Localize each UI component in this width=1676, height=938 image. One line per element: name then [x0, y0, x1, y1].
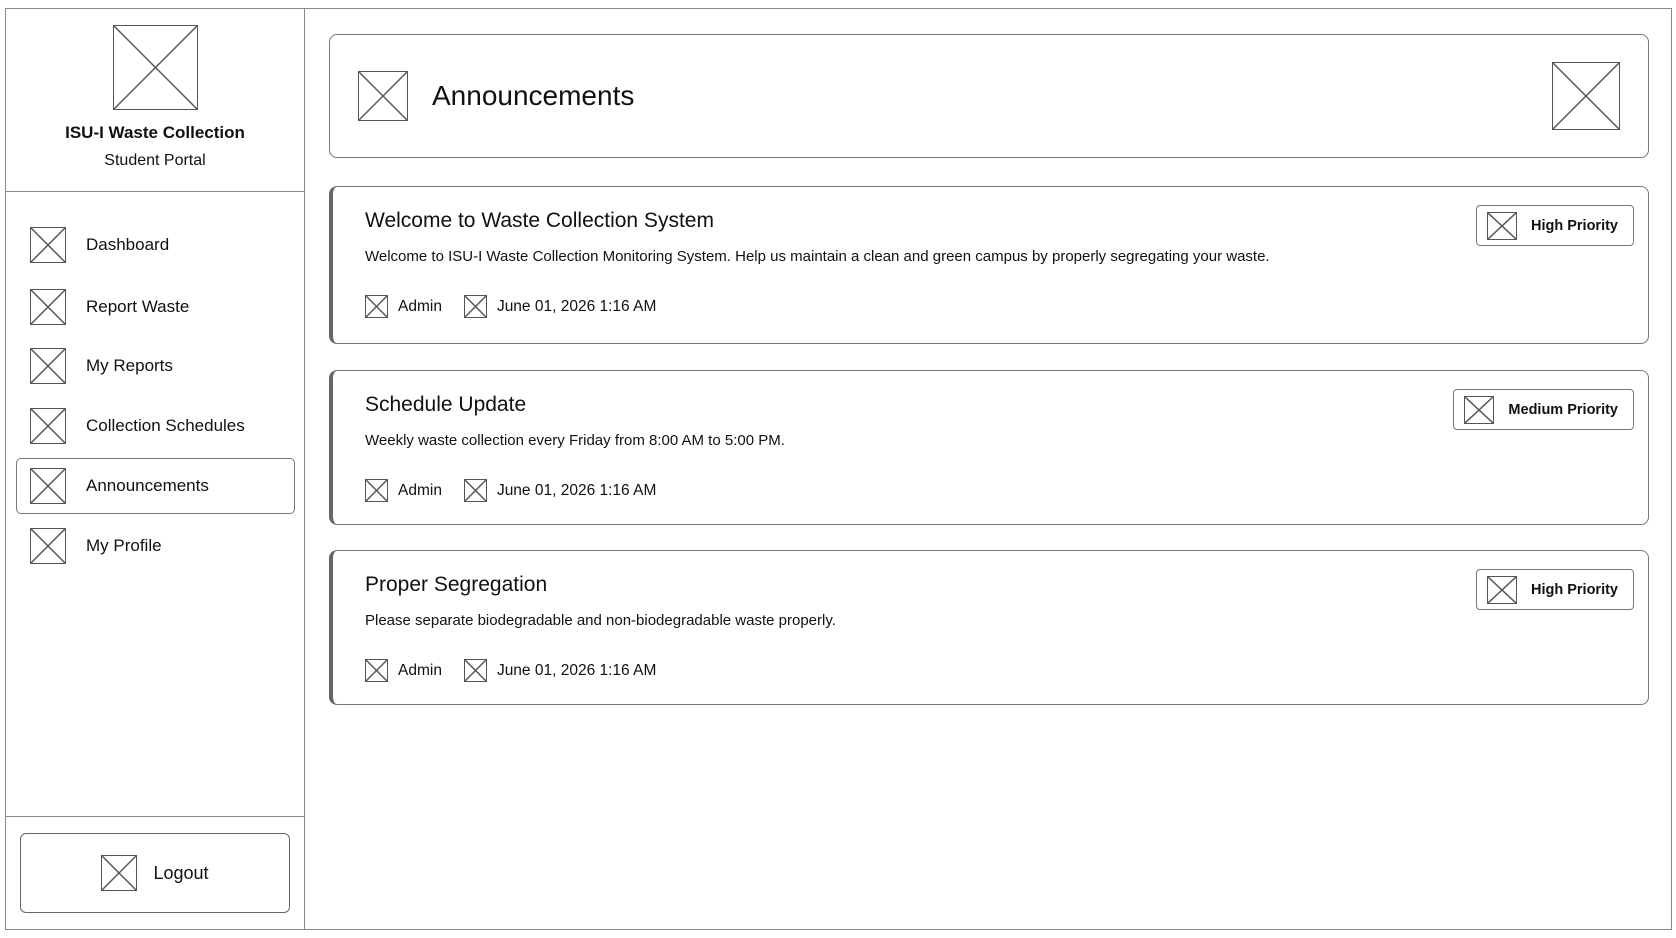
- logo-placeholder-icon: [112, 25, 198, 110]
- sidebar: ISU-I Waste Collection Student Portal Da…: [6, 9, 305, 929]
- header-image-placeholder-icon: [1552, 62, 1620, 130]
- priority-label: Medium Priority: [1508, 401, 1618, 418]
- sidebar-item-my-profile[interactable]: My Profile: [16, 518, 295, 574]
- my-profile-placeholder-icon: [30, 528, 66, 564]
- logout-placeholder-icon: [101, 855, 138, 891]
- page-header: Announcements: [329, 34, 1649, 158]
- priority-label: High Priority: [1530, 581, 1618, 598]
- priority-label: High Priority: [1530, 217, 1618, 234]
- sidebar-item-label: My Reports: [86, 356, 173, 375]
- brand-title: ISU-I Waste Collection: [65, 123, 245, 142]
- announcement-title: Welcome to Waste Collection System: [365, 209, 714, 232]
- date-placeholder-icon: [463, 479, 487, 502]
- announcement-body: Weekly waste collection every Friday fro…: [365, 432, 785, 449]
- priority-placeholder-icon: [1464, 395, 1495, 424]
- sidebar-item-my-reports[interactable]: My Reports: [16, 338, 295, 394]
- sidebar-item-report-waste[interactable]: Report Waste: [16, 279, 295, 335]
- author-placeholder-icon: [365, 479, 388, 502]
- sidebar-item-announcements[interactable]: Announcements: [16, 458, 295, 514]
- brand-subtitle: Student Portal: [104, 152, 206, 169]
- dashboard-placeholder-icon: [30, 227, 66, 263]
- announcement-card: Schedule Update Weekly waste collection …: [329, 370, 1649, 525]
- page-title: Announcements: [432, 80, 635, 111]
- announcement-date: June 01, 2026 1:16 AM: [496, 481, 657, 499]
- announcement-author: Admin: [398, 481, 442, 499]
- logout-label: Logout: [153, 862, 209, 883]
- collection-schedules-placeholder-icon: [30, 408, 66, 444]
- sidebar-item-label: Collection Schedules: [86, 416, 245, 435]
- announcement-title: Schedule Update: [365, 393, 527, 416]
- sidebar-item-label: My Profile: [86, 536, 162, 555]
- my-reports-placeholder-icon: [30, 348, 66, 384]
- announcement-author: Admin: [398, 661, 442, 679]
- announcements-placeholder-icon: [30, 468, 66, 504]
- announcement-title: Proper Segregation: [365, 573, 548, 596]
- date-placeholder-icon: [463, 295, 487, 318]
- sidebar-item-label: Announcements: [86, 476, 209, 495]
- priority-placeholder-icon: [1486, 575, 1517, 604]
- priority-badge: High Priority: [1475, 569, 1634, 610]
- announcement-body: Please separate biodegradable and non-bi…: [365, 612, 836, 629]
- brand-header: ISU-I Waste Collection Student Portal: [6, 9, 304, 192]
- app-window: ISU-I Waste Collection Student Portal Da…: [5, 8, 1672, 930]
- logout-button[interactable]: Logout: [20, 833, 290, 913]
- announcement-date: June 01, 2026 1:16 AM: [496, 661, 657, 679]
- announcement-card: Proper Segregation Please separate biode…: [329, 550, 1649, 705]
- report-waste-placeholder-icon: [30, 289, 66, 325]
- announcement-card: Welcome to Waste Collection System Welco…: [329, 186, 1649, 344]
- date-placeholder-icon: [463, 659, 487, 682]
- announcement-author: Admin: [398, 297, 442, 315]
- sidebar-item-dashboard[interactable]: Dashboard: [16, 217, 295, 273]
- sidebar-item-label: Report Waste: [86, 297, 190, 316]
- sidebar-item-collection-schedules[interactable]: Collection Schedules: [16, 398, 295, 454]
- author-placeholder-icon: [365, 659, 388, 682]
- announcement-meta: Admin June 01, 2026 1:16 AM: [365, 295, 656, 318]
- author-placeholder-icon: [365, 295, 388, 318]
- sidebar-nav: Dashboard Report Waste My Reports Collec…: [6, 192, 304, 812]
- priority-badge: High Priority: [1475, 205, 1634, 246]
- logout-section: Logout: [6, 816, 304, 929]
- announcement-meta: Admin June 01, 2026 1:16 AM: [365, 659, 656, 682]
- header-placeholder-icon: [358, 71, 408, 121]
- priority-badge: Medium Priority: [1453, 389, 1634, 430]
- announcement-meta: Admin June 01, 2026 1:16 AM: [365, 479, 656, 502]
- announcement-date: June 01, 2026 1:16 AM: [496, 297, 657, 315]
- priority-placeholder-icon: [1486, 211, 1517, 240]
- announcement-body: Welcome to ISU-I Waste Collection Monito…: [365, 248, 1270, 265]
- sidebar-item-label: Dashboard: [86, 235, 170, 254]
